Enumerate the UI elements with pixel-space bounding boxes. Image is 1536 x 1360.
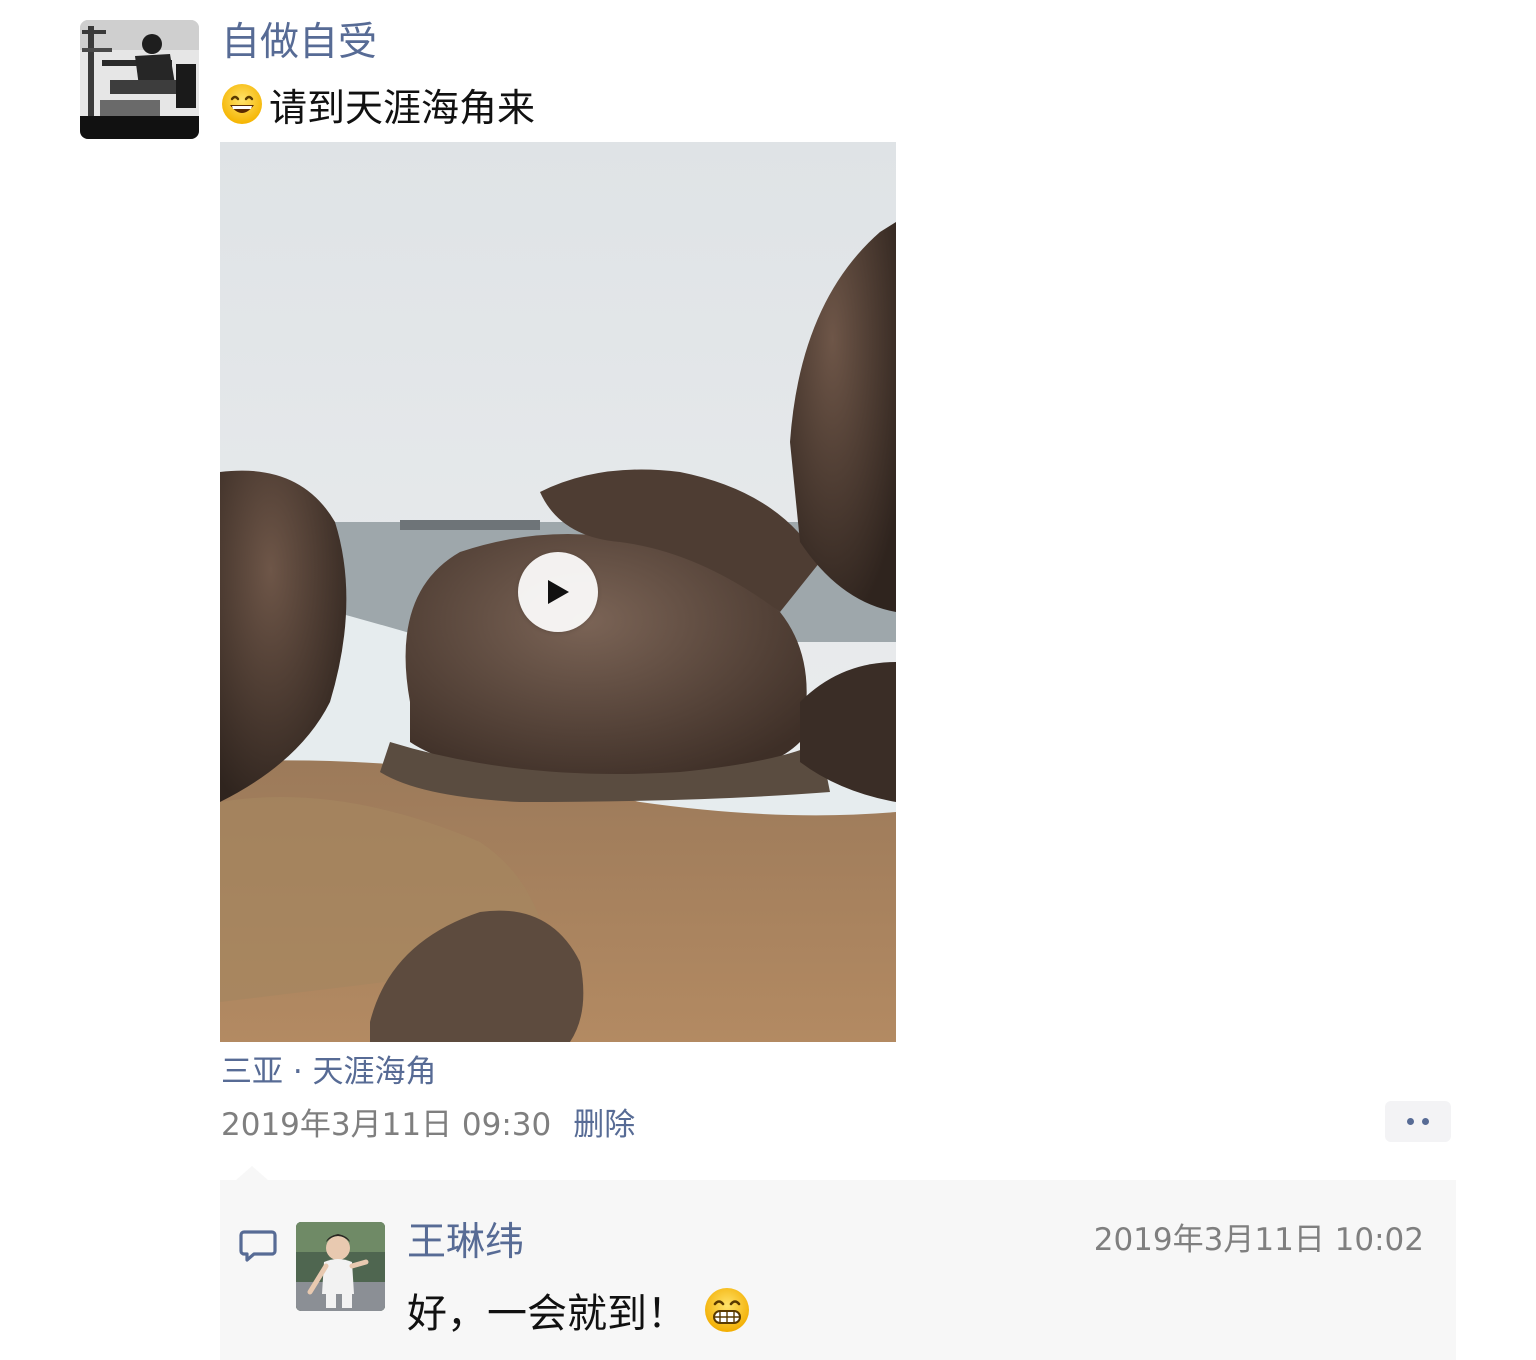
grinning-face-emoji: [222, 84, 262, 124]
comment-pointer: [236, 1166, 268, 1180]
location-link[interactable]: 三亚 · 天涯海角: [221, 1050, 437, 1094]
commenter-avatar-image: [296, 1222, 385, 1311]
author-name[interactable]: 自做自受: [221, 18, 377, 68]
play-icon: [548, 580, 569, 604]
delete-button[interactable]: 删除: [573, 1099, 635, 1144]
comment-bubble-icon: [239, 1230, 277, 1262]
commenter-avatar[interactable]: [296, 1222, 385, 1311]
post-meta: 2019年3月11日 09:30 删除: [221, 1098, 635, 1144]
grinning-teeth-emoji: [705, 1288, 749, 1332]
play-button[interactable]: [518, 552, 598, 632]
author-avatar-image: [80, 20, 199, 139]
comment-area: [220, 1180, 1456, 1360]
comment-author[interactable]: 王琳纬: [407, 1218, 524, 1268]
post-timestamp: 2019年3月11日 09:30: [221, 1106, 552, 1143]
dot-icon: [1422, 1118, 1429, 1125]
more-actions-button[interactable]: [1385, 1101, 1451, 1142]
video-thumbnail[interactable]: [220, 142, 896, 1042]
author-avatar[interactable]: [80, 20, 199, 139]
post-text-content: 请到天涯海角来: [269, 85, 536, 130]
comment-timestamp: 2019年3月11日 10:02: [1093, 1222, 1424, 1258]
dot-icon: [1407, 1118, 1414, 1125]
post-text: 请到天涯海角来: [221, 78, 535, 130]
comment-text-content: 好，一会就到！: [407, 1291, 687, 1337]
comment-text: 好，一会就到！: [407, 1282, 751, 1338]
